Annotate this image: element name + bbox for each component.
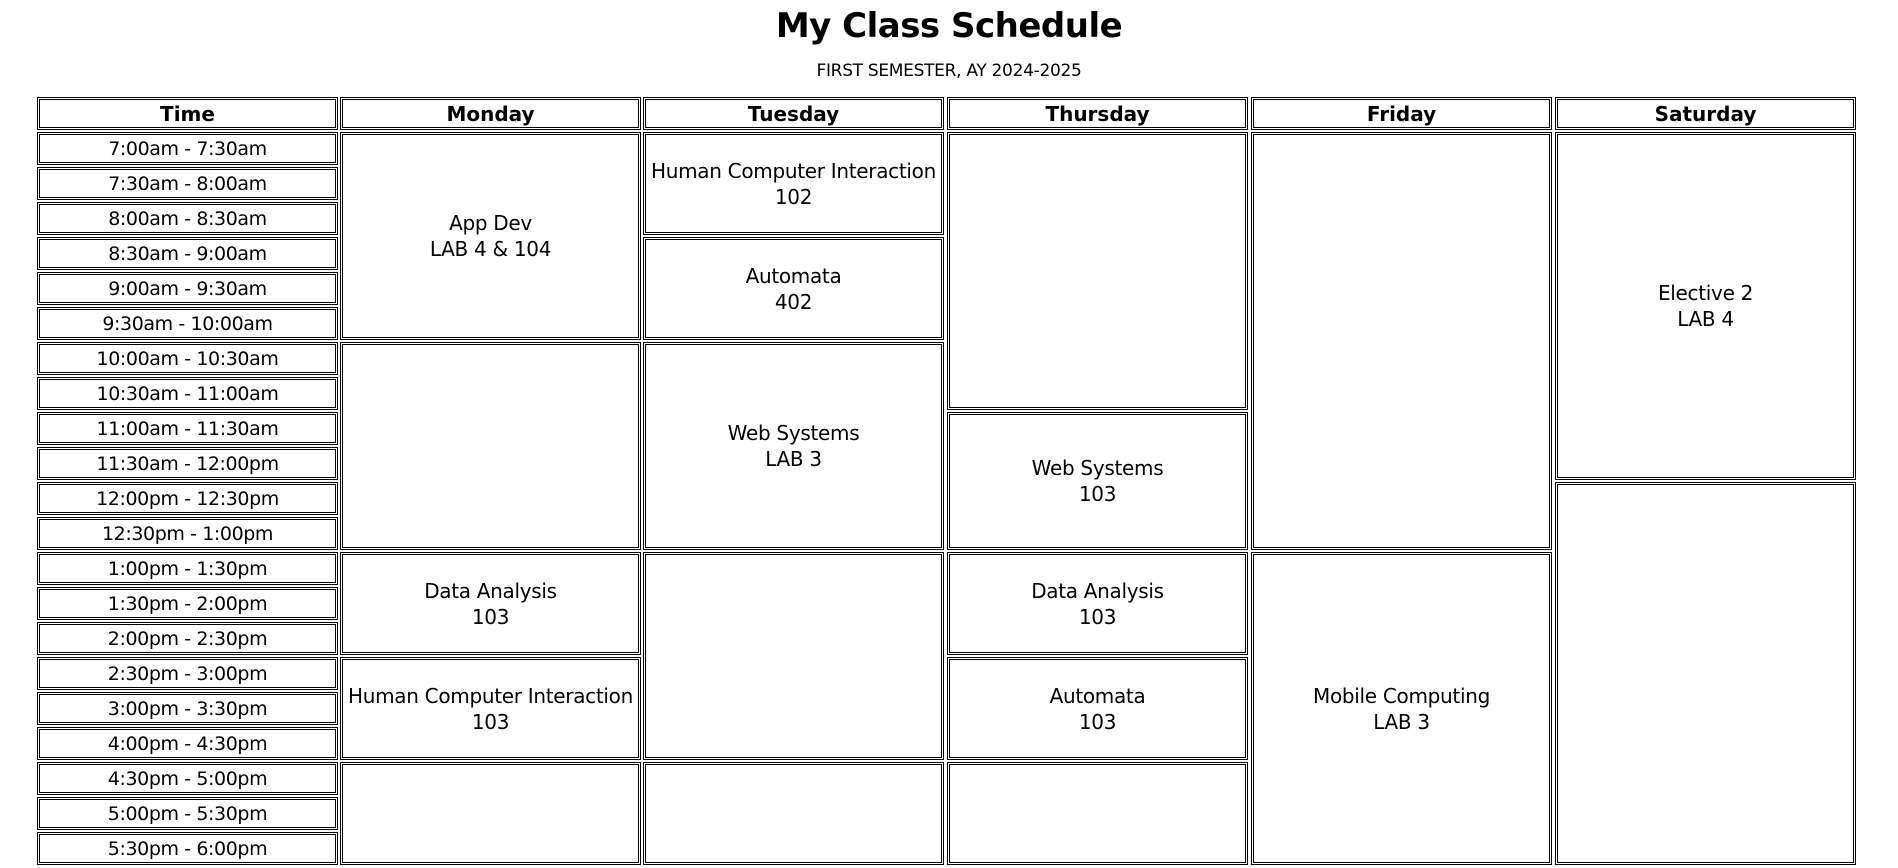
time-slot: 2:30pm - 3:00pm bbox=[37, 657, 338, 690]
empty-slot bbox=[340, 342, 641, 550]
class-room: 103 bbox=[471, 604, 510, 629]
empty-slot bbox=[947, 762, 1248, 865]
time-slot: 2:00pm - 2:30pm bbox=[37, 622, 338, 655]
column-header-monday: Monday bbox=[340, 97, 641, 130]
class-block-monday-app-dev: App Dev LAB 4 & 104 bbox=[340, 132, 641, 340]
column-header-tuesday: Tuesday bbox=[643, 97, 944, 130]
column-header-friday: Friday bbox=[1251, 97, 1552, 130]
empty-slot bbox=[1251, 132, 1552, 550]
time-slot: 12:30pm - 1:00pm bbox=[37, 517, 338, 550]
class-room: 402 bbox=[774, 289, 813, 314]
class-room: LAB 3 bbox=[765, 447, 822, 471]
time-slot: 9:00am - 9:30am bbox=[37, 272, 338, 305]
class-block-thursday-web-systems: Web Systems 103 bbox=[947, 412, 1248, 550]
empty-slot bbox=[947, 132, 1248, 410]
class-block-tuesday-web-systems: Web Systems LAB 3 bbox=[643, 342, 944, 550]
schedule-table: Time Monday Tuesday Thursday Friday Saturday 7… bbox=[0, 0, 1898, 868]
empty-slot bbox=[1555, 482, 1856, 865]
time-slot: 5:00pm - 5:30pm bbox=[37, 797, 338, 830]
time-slot: 7:00am - 7:30am bbox=[37, 132, 338, 165]
time-slot: 10:30am - 11:00am bbox=[37, 377, 338, 410]
time-slot: 11:00am - 11:30am bbox=[37, 412, 338, 445]
empty-slot bbox=[340, 762, 641, 865]
class-subject: Automata bbox=[745, 263, 842, 288]
time-slot: 3:00pm - 3:30pm bbox=[37, 692, 338, 725]
class-subject: Web Systems bbox=[1031, 456, 1164, 480]
time-slot: 12:00pm - 12:30pm bbox=[37, 482, 338, 515]
class-subject: Data Analysis bbox=[1031, 578, 1164, 603]
class-subject: Elective 2 bbox=[1657, 281, 1754, 305]
class-room: 103 bbox=[1078, 482, 1117, 506]
empty-slot bbox=[643, 762, 944, 865]
time-slot: 8:00am - 8:30am bbox=[37, 202, 338, 235]
class-block-thursday-automata: Automata 103 bbox=[947, 657, 1248, 760]
class-block-monday-human-computer-interaction: Human Computer Interaction 103 bbox=[340, 657, 641, 760]
class-room: LAB 3 bbox=[1373, 709, 1430, 734]
class-room: 103 bbox=[1078, 709, 1117, 734]
class-block-monday-data-analysis: Data Analysis 103 bbox=[340, 552, 641, 655]
class-subject: Automata bbox=[1049, 683, 1146, 708]
time-slot: 7:30am - 8:00am bbox=[37, 167, 338, 200]
time-slot: 8:30am - 9:00am bbox=[37, 237, 338, 270]
class-block-tuesday-human-computer-interaction: Human Computer Interaction 102 bbox=[643, 132, 944, 235]
time-slot: 1:30pm - 2:00pm bbox=[37, 587, 338, 620]
class-block-thursday-data-analysis: Data Analysis 103 bbox=[947, 552, 1248, 655]
class-block-friday-mobile-computing: Mobile Computing LAB 3 bbox=[1251, 552, 1552, 865]
class-room: LAB 4 bbox=[1677, 307, 1734, 331]
time-slot: 4:30pm - 5:00pm bbox=[37, 762, 338, 795]
empty-slot bbox=[643, 552, 944, 760]
time-slot: 4:00pm - 4:30pm bbox=[37, 727, 338, 760]
time-slot: 5:30pm - 6:00pm bbox=[37, 832, 338, 865]
class-subject: Human Computer Interaction bbox=[651, 158, 936, 183]
class-block-saturday-elective-2: Elective 2 LAB 4 bbox=[1555, 132, 1856, 480]
class-subject: Data Analysis bbox=[424, 578, 557, 603]
class-room: 103 bbox=[1078, 604, 1117, 629]
time-slot: 10:00am - 10:30am bbox=[37, 342, 338, 375]
class-block-tuesday-automata: Automata 402 bbox=[643, 237, 944, 340]
class-subject: Mobile Computing bbox=[1313, 683, 1490, 708]
class-room: LAB 4 & 104 bbox=[429, 237, 552, 261]
class-subject: Web Systems bbox=[727, 421, 860, 445]
column-header-time: Time bbox=[37, 97, 338, 130]
class-room: 102 bbox=[774, 184, 813, 209]
time-slot: 11:30am - 12:00pm bbox=[37, 447, 338, 480]
class-subject: Human Computer Interaction bbox=[348, 683, 633, 708]
column-header-thursday: Thursday bbox=[947, 97, 1248, 130]
column-header-saturday: Saturday bbox=[1555, 97, 1856, 130]
time-slot: 9:30am - 10:00am bbox=[37, 307, 338, 340]
time-slot: 1:00pm - 1:30pm bbox=[37, 552, 338, 585]
class-room: 103 bbox=[471, 709, 510, 734]
class-subject: App Dev bbox=[449, 211, 532, 235]
